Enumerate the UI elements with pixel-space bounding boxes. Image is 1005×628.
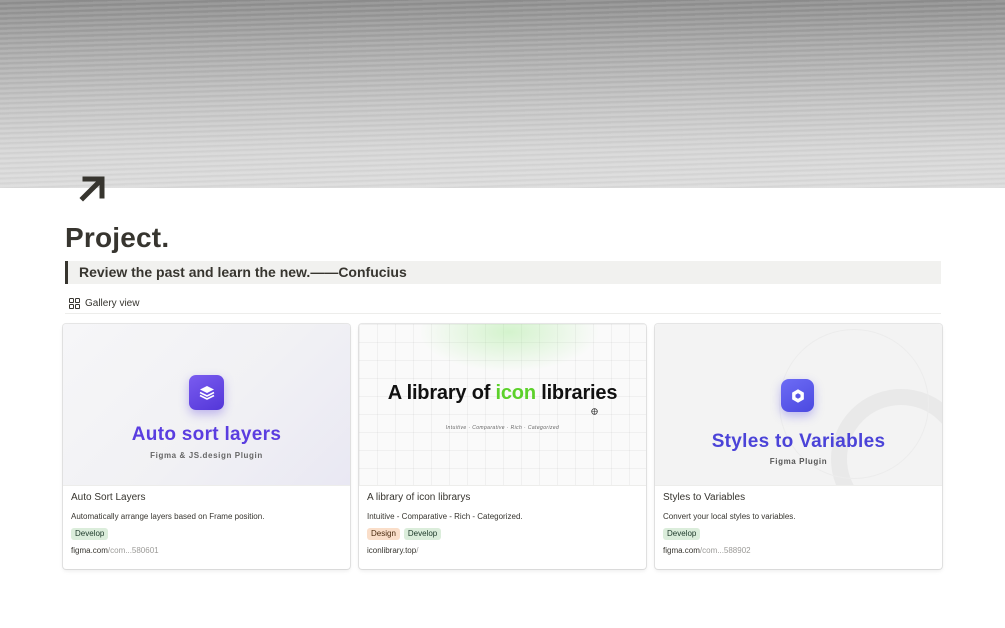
preview-subtitle: Intuitive · Comparative · Rich · Categor… [445,425,560,431]
card-cover-preview: Styles to Variables Figma Plugin [655,324,942,486]
url-path: /com...588902 [699,546,751,555]
preview-title: Styles to Variables [711,431,886,452]
card-description: Automatically arrange layers based on Fr… [71,512,265,521]
tag-develop: Develop [403,528,442,540]
card-tags: Develop [663,528,701,540]
card-tags: Design Develop [367,528,442,540]
card-url-link[interactable]: figma.com/com...588902 [663,546,751,555]
preview-title: Auto sort layers [131,424,282,445]
view-tab-gallery[interactable]: Gallery view [69,294,139,312]
card-cover-preview: Auto sort layers Figma & JS.design Plugi… [63,324,350,486]
url-domain: figma.com [663,546,700,555]
hexagon-icon [781,379,814,412]
card-tags: Develop [71,528,109,540]
gallery-grid-icon [69,297,80,309]
preview-title-part: A library of [387,382,496,404]
card-url-link[interactable]: figma.com/com...580601 [71,546,159,555]
card-description: Intuitive - Comparative - Rich - Categor… [367,512,523,521]
stacked-layers-icon [189,375,224,410]
page-title[interactable]: Project. [65,222,169,254]
page-cover-image[interactable] [0,0,1005,188]
tag-develop: Develop [71,528,109,540]
preview-title: A library of icon libraries [359,382,646,405]
url-path: / [416,546,419,555]
url-path: /com...580601 [107,546,159,555]
view-tab-label: Gallery view [85,297,140,309]
tag-design: Design [367,528,400,540]
preview-title-highlight: icon [495,382,537,404]
tag-develop: Develop [663,528,701,540]
view-divider [65,313,941,314]
card-title: Auto Sort Layers [71,492,146,503]
target-marker-icon [591,408,598,415]
card-title: A library of icon librarys [367,492,471,503]
arrow-up-right-icon[interactable] [74,170,110,206]
gallery-card-styles-to-variables[interactable]: Styles to Variables Figma Plugin Styles … [655,324,942,569]
preview-title-part: libraries [535,382,618,404]
card-description: Convert your local styles to variables. [663,512,796,521]
url-domain: figma.com [71,546,108,555]
gallery-card-icon-library[interactable]: A library of icon libraries Intuitive · … [359,324,646,569]
page-quote[interactable]: Review the past and learn the new.——Conf… [65,261,941,284]
gallery-card-auto-sort-layers[interactable]: Auto sort layers Figma & JS.design Plugi… [63,324,350,569]
card-title: Styles to Variables [663,492,746,503]
card-url-link[interactable]: iconlibrary.top/ [367,546,418,555]
preview-subtitle: Figma Plugin [769,457,828,466]
preview-subtitle: Figma & JS.design Plugin [150,451,263,460]
url-domain: iconlibrary.top [367,546,417,555]
card-cover-preview: A library of icon libraries Intuitive · … [359,324,646,486]
